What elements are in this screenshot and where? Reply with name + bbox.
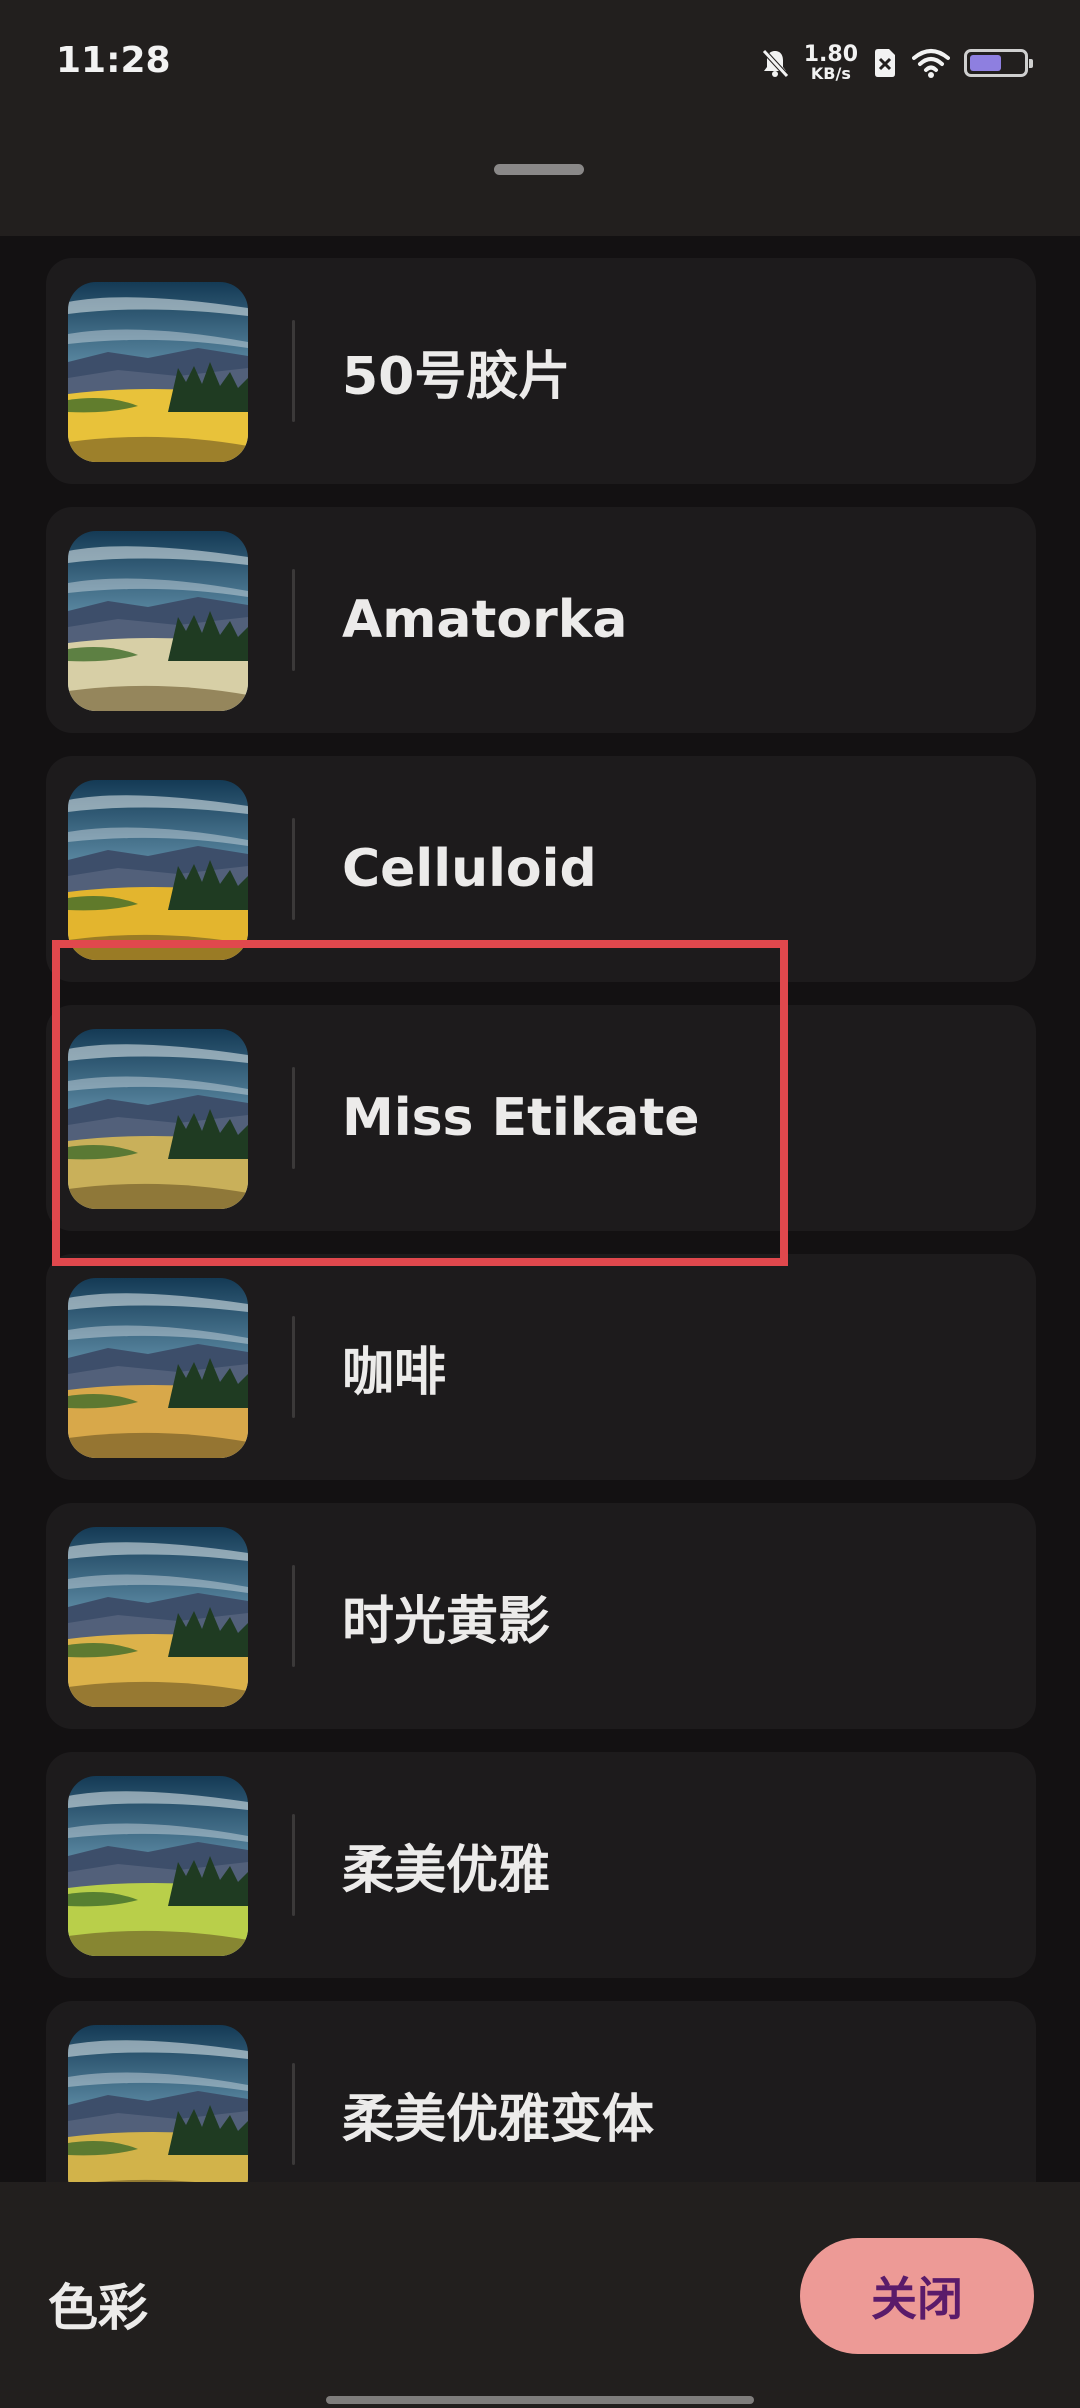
bell-muted-icon	[760, 47, 790, 79]
item-divider	[292, 818, 295, 920]
filter-label: 50号胶片	[342, 346, 571, 407]
status-icons: 1.80 KB/s	[760, 40, 1033, 86]
filter-thumbnail	[68, 2025, 248, 2182]
landscape-thumbnail-image	[68, 780, 248, 960]
item-divider	[292, 2063, 295, 2165]
filter-label: 咖啡	[342, 1342, 447, 1403]
landscape-thumbnail-image	[68, 1776, 248, 1956]
filter-item[interactable]: 柔美优雅变体	[46, 2001, 1036, 2182]
wifi-icon	[912, 48, 950, 78]
selection-highlight	[52, 940, 788, 1266]
filter-label: Amatorka	[342, 590, 628, 650]
drag-handle[interactable]	[494, 164, 584, 175]
status-time: 11:28	[56, 40, 171, 81]
battery-level	[970, 55, 1001, 71]
landscape-thumbnail-image	[68, 1527, 248, 1707]
bottom-bar: 色彩 关闭	[0, 2182, 1080, 2408]
filter-item[interactable]: 50号胶片	[46, 258, 1036, 484]
filter-label: 柔美优雅	[342, 1840, 551, 1901]
landscape-thumbnail-image	[68, 531, 248, 711]
network-speed-value: 1.80	[803, 42, 858, 67]
filter-item[interactable]: 咖啡	[46, 1254, 1036, 1480]
sheet-header	[0, 130, 1080, 236]
filter-label: 柔美优雅变体	[342, 2089, 655, 2150]
filter-thumbnail	[68, 1278, 248, 1458]
sim-off-icon	[872, 47, 898, 79]
filter-thumbnail	[68, 780, 248, 960]
home-indicator[interactable]	[326, 2396, 754, 2404]
item-divider	[292, 320, 295, 422]
item-divider	[292, 1565, 295, 1667]
filter-thumbnail	[68, 282, 248, 462]
filter-thumbnail	[68, 1776, 248, 1956]
section-title: 色彩	[48, 2279, 148, 2337]
landscape-thumbnail-image	[68, 2025, 248, 2182]
item-divider	[292, 1814, 295, 1916]
item-divider	[292, 569, 295, 671]
landscape-thumbnail-image	[68, 282, 248, 462]
landscape-thumbnail-image	[68, 1278, 248, 1458]
network-speed: 1.80 KB/s	[804, 44, 858, 82]
filter-label: 时光黄影	[342, 1591, 551, 1652]
filter-item[interactable]: Amatorka	[46, 507, 1036, 733]
status-bar: 11:28 1.80 KB/s	[0, 0, 1080, 130]
filter-thumbnail	[68, 1527, 248, 1707]
item-divider	[292, 1316, 295, 1418]
network-speed-unit: KB/s	[810, 64, 851, 83]
battery-icon	[964, 49, 1033, 77]
close-button[interactable]: 关闭	[800, 2238, 1034, 2354]
filter-item[interactable]: 时光黄影	[46, 1503, 1036, 1729]
filter-item[interactable]: 柔美优雅	[46, 1752, 1036, 1978]
filter-thumbnail	[68, 531, 248, 711]
